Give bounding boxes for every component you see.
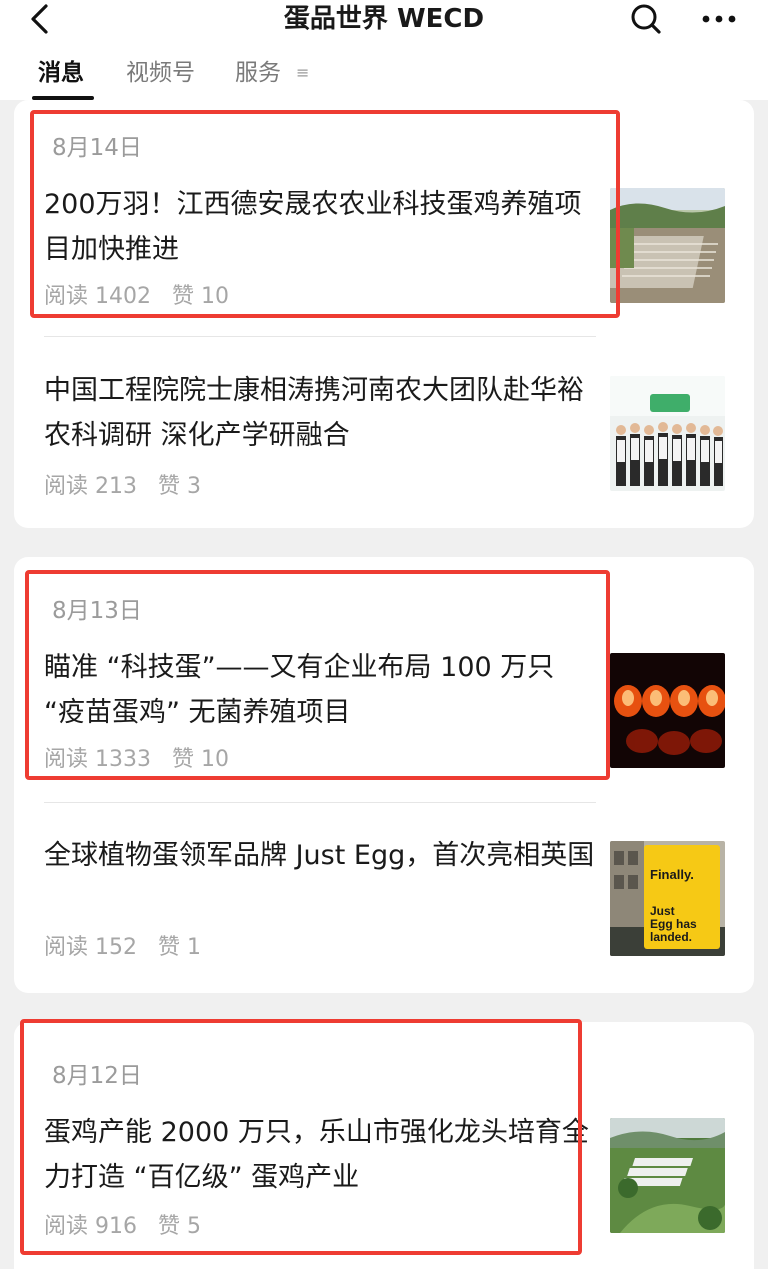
- article-item[interactable]: 中国工程院院士康相涛携河南农大团队赴华裕农科调研 深化产学研融合 阅读 213 …: [14, 350, 754, 510]
- svg-text:Just: Just: [650, 904, 675, 918]
- more-button[interactable]: [700, 2, 740, 36]
- menu-lines-icon[interactable]: ≡: [296, 64, 309, 82]
- top-bar: 蛋品世界 WECD 消息 视频号 服务 ≡: [0, 0, 768, 100]
- read-count: 阅读 1402: [44, 284, 151, 309]
- article-item[interactable]: 蛋鸡产能 2000 万只，乐山市强化龙头培育全力打造 “百亿级” 蛋鸡产业 阅读…: [14, 1098, 754, 1248]
- article-thumbnail: [610, 653, 725, 768]
- article-title: 200万羽！江西德安晟农农业科技蛋鸡养殖项目加快推进: [44, 189, 582, 265]
- like-count: 赞 3: [158, 474, 201, 499]
- search-button[interactable]: [628, 2, 664, 36]
- search-icon: [631, 4, 661, 34]
- article-item[interactable]: 瞄准 “科技蛋”——又有企业布局 100 万只 “疫苗蛋鸡” 无菌养殖项目 阅读…: [14, 635, 754, 783]
- group-date: 8月14日: [52, 135, 142, 161]
- article-thumbnail: [610, 376, 725, 491]
- tab-channels[interactable]: 视频号: [126, 58, 195, 88]
- date-group-card: 8月14日 200万羽！江西德安晟农农业科技蛋鸡养殖项目加快推进 阅读 1402…: [14, 100, 754, 528]
- article-title: 蛋鸡产能 2000 万只，乐山市强化龙头培育全力打造 “百亿级” 蛋鸡产业: [44, 1117, 589, 1193]
- group-date: 8月12日: [52, 1063, 142, 1089]
- svg-text:Egg has: Egg has: [650, 917, 697, 931]
- read-count: 阅读 916: [44, 1214, 137, 1239]
- like-count: 赞 5: [158, 1214, 201, 1239]
- article-title: 全球植物蛋领军品牌 Just Egg，首次亮相英国: [44, 840, 595, 871]
- read-count: 阅读 1333: [44, 747, 151, 772]
- read-count: 阅读 213: [44, 474, 137, 499]
- like-count: 赞 10: [171, 284, 229, 309]
- date-group-card: 8月12日 蛋鸡产能 2000 万只，乐山市强化龙头培育全力打造 “百亿级” 蛋…: [14, 1022, 754, 1269]
- article-stats: 阅读 213 赞 3: [44, 468, 201, 500]
- article-title: 瞄准 “科技蛋”——又有企业布局 100 万只 “疫苗蛋鸡” 无菌养殖项目: [44, 652, 555, 728]
- article-thumbnail: Finally. Just Egg has landed.: [610, 841, 725, 956]
- tab-services[interactable]: 服务: [235, 58, 281, 88]
- date-group-card: 8月13日 瞄准 “科技蛋”——又有企业布局 100 万只 “疫苗蛋鸡” 无菌养…: [14, 557, 754, 993]
- more-horizontal-icon: [702, 15, 736, 23]
- article-stats: 阅读 1402 赞 10: [44, 278, 229, 310]
- article-item[interactable]: 200万羽！江西德安晟农农业科技蛋鸡养殖项目加快推进 阅读 1402 赞 10: [14, 170, 754, 310]
- svg-text:Finally.: Finally.: [650, 867, 694, 882]
- article-stats: 阅读 1333 赞 10: [44, 741, 229, 773]
- like-count: 赞 1: [158, 935, 201, 960]
- article-thumbnail: [610, 188, 725, 303]
- article-item[interactable]: 全球植物蛋领军品牌 Just Egg，首次亮相英国 阅读 152 赞 1 Fin…: [14, 819, 754, 979]
- like-count: 赞 10: [171, 747, 229, 772]
- tab-messages[interactable]: 消息: [38, 58, 84, 88]
- divider: [44, 802, 596, 803]
- divider: [44, 336, 596, 337]
- article-stats: 阅读 152 赞 1: [44, 929, 201, 961]
- article-title: 中国工程院院士康相涛携河南农大团队赴华裕农科调研 深化产学研融合: [44, 375, 584, 451]
- article-stats: 阅读 916 赞 5: [44, 1208, 201, 1240]
- group-date: 8月13日: [52, 598, 142, 624]
- article-thumbnail: [610, 1118, 725, 1233]
- svg-text:landed.: landed.: [650, 930, 692, 944]
- read-count: 阅读 152: [44, 935, 137, 960]
- tab-bar: 消息 视频号 服务 ≡: [0, 54, 768, 100]
